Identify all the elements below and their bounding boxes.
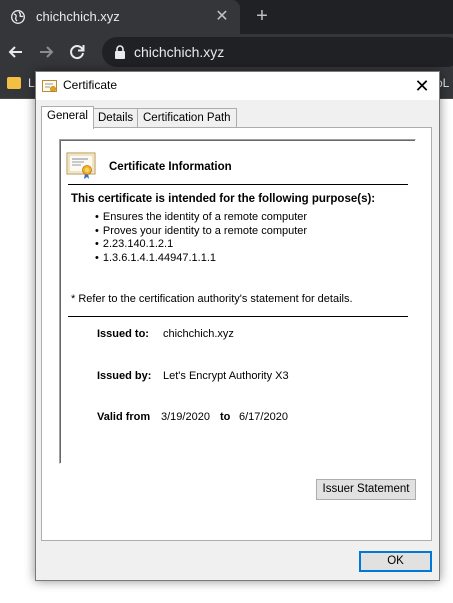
- tab-details[interactable]: Details: [92, 108, 140, 127]
- arrow-right-icon[interactable]: [36, 42, 56, 62]
- dialog-titlebar[interactable]: Certificate ✕: [36, 72, 439, 100]
- issued-by-value: Let's Encrypt Authority X3: [163, 370, 289, 382]
- globe-icon: [11, 10, 25, 24]
- certificate-dialog: Certificate ✕ General Details Certificat…: [35, 71, 440, 581]
- issued-to-value: chichchich.xyz: [163, 328, 234, 340]
- address-bar[interactable]: chichchich.xyz: [102, 37, 453, 67]
- valid-to-value: 6/17/2020: [239, 411, 288, 423]
- general-tab-panel: Certificate Information This certificate…: [41, 127, 432, 541]
- authority-note: * Refer to the certification authority's…: [71, 293, 353, 305]
- valid-from-label: Valid from: [97, 411, 151, 423]
- tab-title: chichchich.xyz: [36, 9, 120, 24]
- purpose-list: Ensures the identity of a remote compute…: [95, 211, 307, 265]
- valid-to-label: to: [220, 411, 231, 423]
- tab-certification-path[interactable]: Certification Path: [137, 108, 237, 127]
- bookmark-item[interactable]: L: [28, 76, 35, 90]
- new-tab-icon[interactable]: +: [252, 6, 272, 26]
- browser-tab[interactable]: chichchich.xyz ✕: [0, 0, 240, 34]
- list-item: 1.3.6.1.4.1.44947.1.1.1: [95, 252, 307, 266]
- list-item: 2.23.140.1.2.1: [95, 238, 307, 252]
- tab-general[interactable]: General: [41, 106, 94, 129]
- valid-from-value: 3/19/2020: [161, 411, 210, 423]
- divider: [68, 184, 408, 185]
- ok-button[interactable]: OK: [359, 551, 432, 572]
- browser-tabstrip: chichchich.xyz ✕ +: [0, 0, 453, 34]
- divider: [68, 316, 408, 317]
- arrow-left-icon[interactable]: [6, 42, 26, 62]
- close-icon[interactable]: ✕: [410, 75, 434, 97]
- issued-to-label: Issued to:: [97, 328, 149, 340]
- certificate-icon: [42, 80, 57, 92]
- reload-icon[interactable]: [67, 42, 87, 62]
- tab-close-icon[interactable]: ✕: [213, 8, 231, 26]
- certificate-info-box: Certificate Information This certificate…: [59, 139, 416, 464]
- list-item: Proves your identity to a remote compute…: [95, 225, 307, 239]
- issued-by-label: Issued by:: [97, 370, 152, 382]
- certificate-icon: [66, 152, 96, 179]
- url-text: chichchich.xyz: [134, 44, 225, 60]
- info-heading: Certificate Information: [109, 161, 232, 173]
- issuer-statement-button[interactable]: Issuer Statement: [316, 479, 416, 500]
- folder-icon[interactable]: [7, 77, 21, 89]
- list-item: Ensures the identity of a remote compute…: [95, 211, 307, 225]
- dialog-title: Certificate: [63, 78, 118, 92]
- purpose-heading: This certificate is intended for the fol…: [71, 193, 376, 205]
- browser-toolbar: chichchich.xyz: [0, 34, 453, 70]
- lock-icon[interactable]: [114, 45, 126, 59]
